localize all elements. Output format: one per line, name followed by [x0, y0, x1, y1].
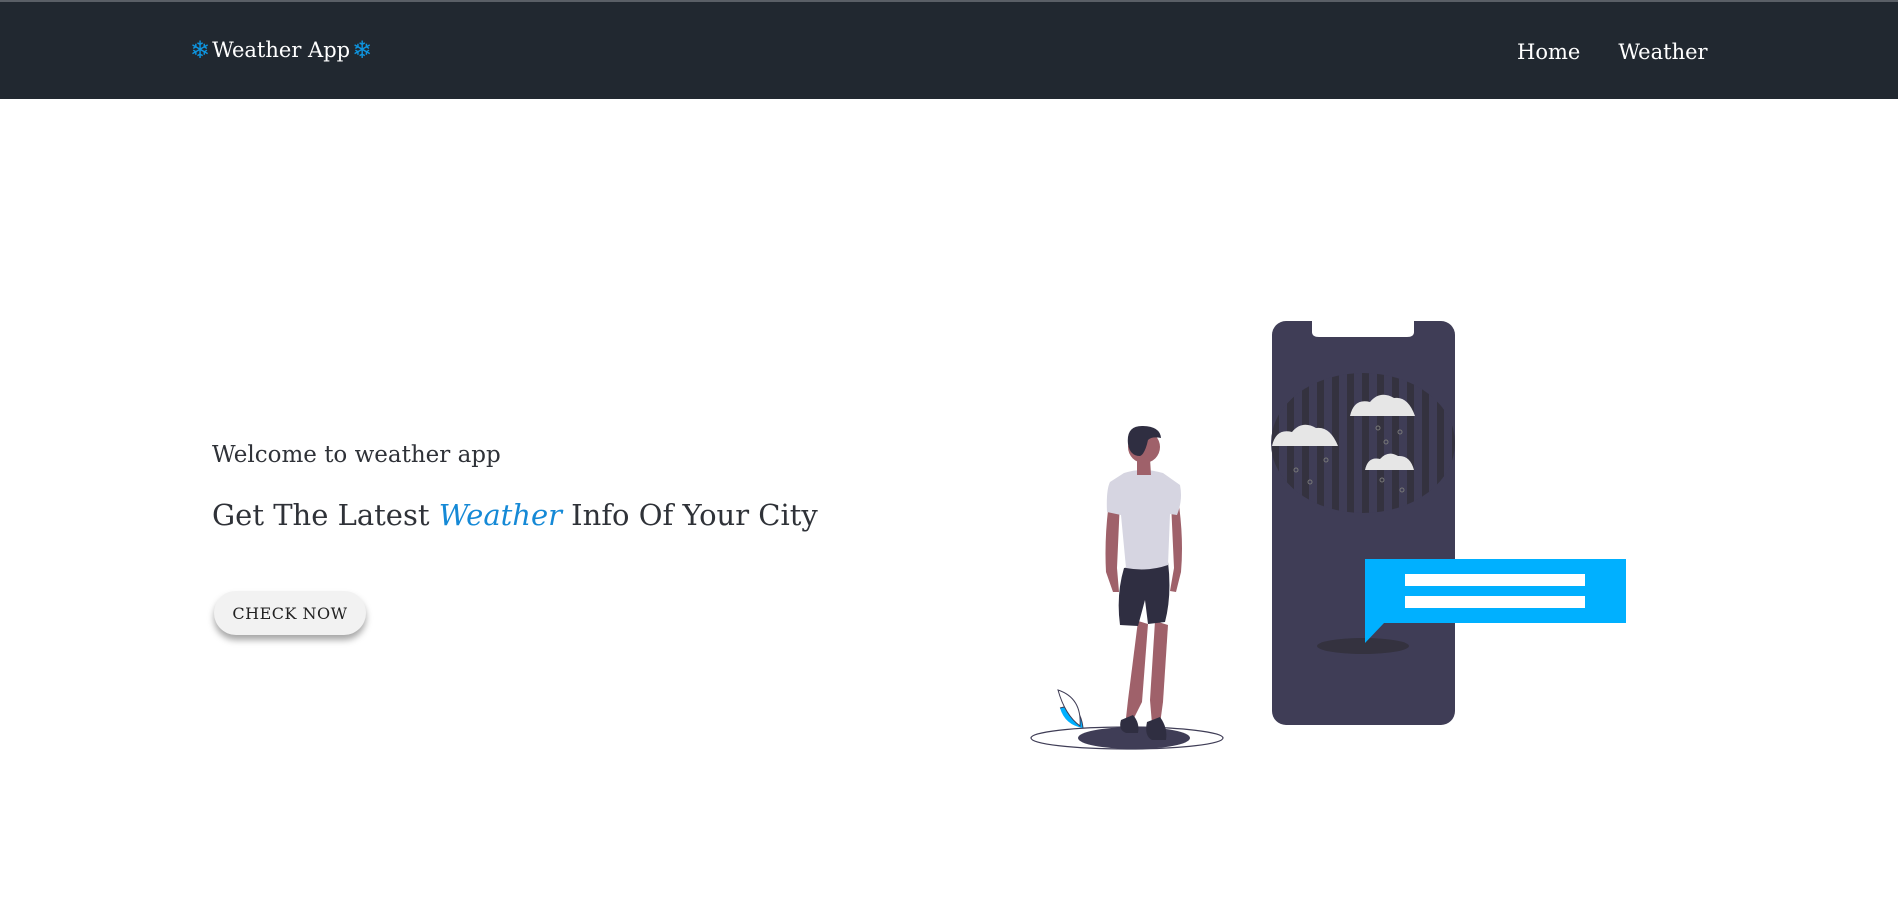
brand-title: Weather App — [212, 38, 351, 62]
headline-text-after: Info Of Your City — [561, 498, 818, 532]
welcome-text: Welcome to weather app — [212, 442, 501, 468]
brand-link[interactable]: ❄ Weather App ❄ — [190, 38, 372, 62]
nav-link-weather[interactable]: Weather — [1618, 40, 1707, 64]
phone-illustration — [1271, 321, 1455, 725]
weather-illustration — [1030, 321, 1626, 750]
nav-links: Home Weather — [1517, 40, 1746, 64]
headline-text-before: Get The Latest — [212, 498, 439, 532]
navbar: ❄ Weather App ❄ Home Weather — [0, 2, 1898, 99]
nav-link-home[interactable]: Home — [1517, 40, 1580, 64]
headline-accent-word: Weather — [438, 498, 562, 532]
snowflake-icon: ❄ — [190, 36, 211, 64]
hero-headline: Get The Latest Weather Info Of Your City — [212, 498, 818, 532]
check-now-button[interactable]: CHECK NOW — [214, 591, 366, 635]
hero-text: Welcome to weather app Get The Latest We… — [212, 442, 818, 532]
person-figure — [1105, 426, 1182, 740]
snowflake-icon: ❄ — [352, 36, 373, 64]
leaf-icon — [1057, 689, 1084, 729]
